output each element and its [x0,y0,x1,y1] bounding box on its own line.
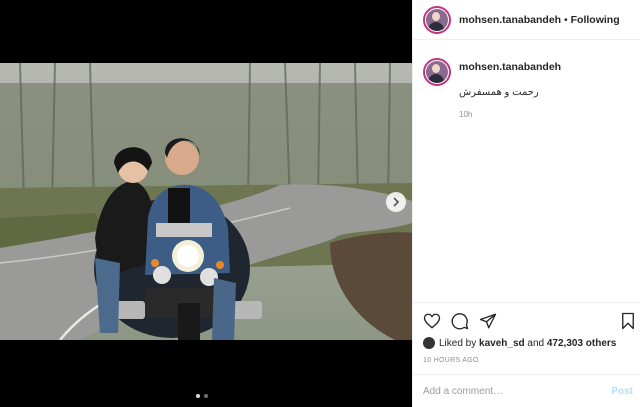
post-sidebar: mohsen.tanabandeh • Following mohsen.tan… [412,0,640,407]
avatar-image [426,61,448,83]
caption-username[interactable]: mohsen.tanabandeh [459,61,561,73]
carousel-dot [204,394,208,398]
carousel-dots [196,394,208,398]
following-button[interactable]: Following [571,14,620,26]
caption-text: رحمت و همسفرش [459,87,539,98]
liker-avatar[interactable] [423,337,435,349]
likes-line: Liked by kaveh_sd and 472,303 others [423,337,616,349]
likes-prefix: Liked by [439,337,480,349]
photo-scene [0,63,412,340]
caption-time[interactable]: 10h [459,110,561,119]
header-separator: • [561,13,571,26]
post-comment-button[interactable]: Post [611,386,633,397]
header-avatar[interactable] [423,5,451,34]
avatar-image [426,8,448,31]
comment-input[interactable] [423,385,612,397]
post-media [0,0,412,407]
action-bar [413,302,640,336]
liker-username[interactable]: kaveh_sd [479,338,525,349]
chevron-right-icon [393,197,400,207]
likes-middle: and [524,337,547,349]
next-slide-button[interactable] [386,192,406,212]
comment-icon[interactable] [451,312,469,330]
post-timestamp[interactable]: 10 HOURS AGO [423,357,479,364]
share-icon[interactable] [479,312,497,330]
likes-count[interactable]: 472,303 others [547,338,617,349]
caption-avatar[interactable] [423,58,451,86]
bookmark-icon[interactable] [619,312,637,330]
post-header: mohsen.tanabandeh • Following [413,0,640,40]
header-username[interactable]: mohsen.tanabandeh [459,14,561,26]
caption: mohsen.tanabandeh رحمت و همسفرش 10h [423,58,633,119]
heart-icon[interactable] [423,312,441,330]
post-photo[interactable] [0,63,412,340]
comment-bar: Post [413,374,640,407]
carousel-dot-active [196,394,200,398]
